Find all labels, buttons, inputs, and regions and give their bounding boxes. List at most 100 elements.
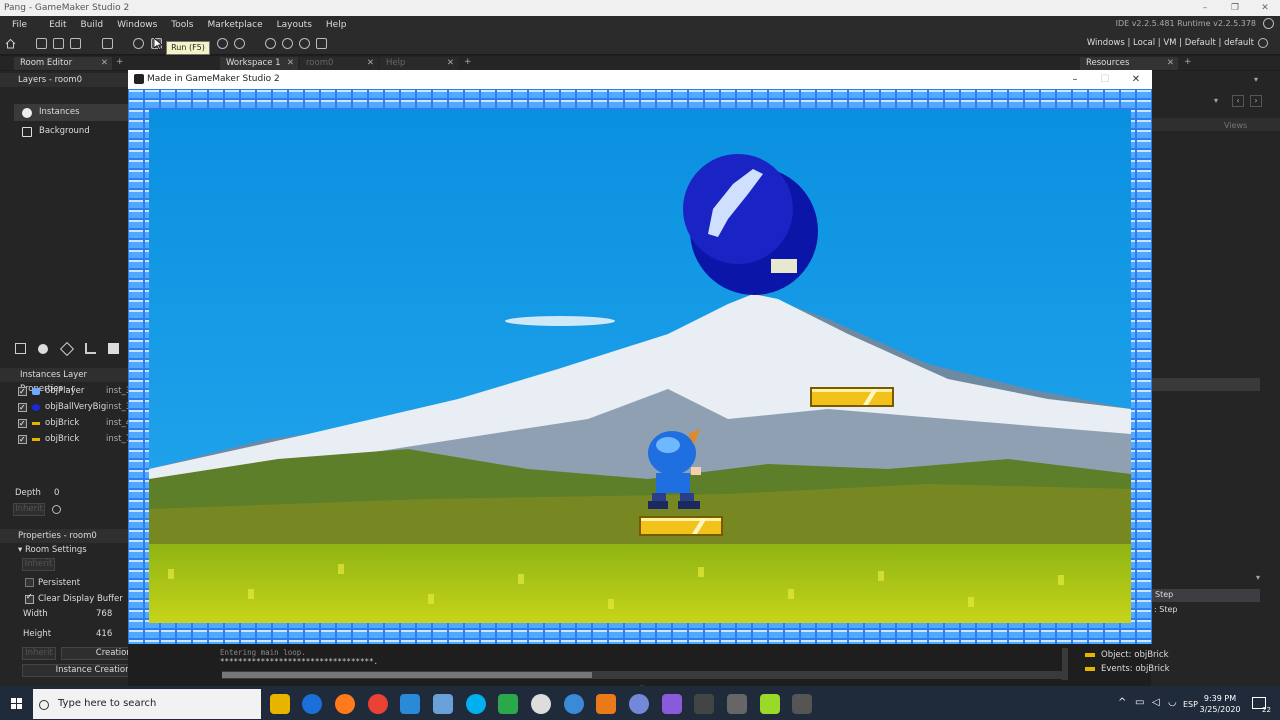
tab-room-editor[interactable]: Room Editor ✕ [14, 57, 112, 70]
game-minimize-icon[interactable]: – [1060, 70, 1090, 89]
file-explorer-icon[interactable] [270, 694, 290, 714]
tab-resources[interactable]: Resources ✕ [1080, 57, 1178, 70]
open-project-icon[interactable] [53, 38, 64, 49]
clean-icon[interactable] [234, 38, 245, 49]
gamemaker-icon[interactable] [694, 694, 714, 714]
close-tab-icon[interactable]: ✕ [1167, 57, 1174, 70]
close-tab-icon[interactable]: ✕ [447, 57, 454, 70]
home-icon[interactable] [5, 38, 16, 49]
maximize-icon[interactable]: ❐ [1220, 0, 1250, 16]
selected-resource-row[interactable] [1151, 378, 1260, 391]
volume-icon[interactable]: ◁ [1152, 697, 1160, 708]
discord-icon[interactable] [629, 694, 649, 714]
firefox-icon[interactable] [335, 694, 355, 714]
notepad-icon[interactable] [498, 694, 518, 714]
height-value[interactable]: 416 [96, 629, 112, 639]
menu-layouts[interactable]: Layouts [270, 20, 319, 30]
refresh-icon[interactable] [1263, 18, 1274, 29]
show-hidden-icons-icon[interactable]: ^ [1118, 697, 1126, 708]
visibility-checkbox[interactable] [18, 384, 27, 399]
panel-menu-icon[interactable]: ▾ [1254, 75, 1258, 84]
gear-icon[interactable] [1258, 38, 1268, 48]
zoom-in-icon[interactable] [299, 38, 310, 49]
paint-icon[interactable] [760, 694, 780, 714]
tab-help[interactable]: Help ✕ [380, 57, 458, 70]
add-asset-layer-icon[interactable] [108, 343, 119, 354]
chevron-down-icon[interactable]: ▾ [1214, 96, 1218, 105]
visual-studio-icon[interactable] [662, 694, 682, 714]
close-tab-icon[interactable]: ✕ [287, 57, 294, 70]
depth-value[interactable]: 0 [54, 488, 59, 498]
game-canvas[interactable] [128, 89, 1152, 644]
add-tab-icon[interactable]: + [1184, 57, 1192, 67]
add-tile-layer-icon[interactable] [59, 341, 75, 357]
menu-file[interactable]: File [0, 20, 34, 30]
instance-row[interactable]: objBrick inst_4 [14, 416, 131, 431]
inherit-depth-button[interactable]: Inherit [13, 503, 45, 516]
event-row-end-step[interactable]: : Step [1154, 605, 1177, 614]
menu-build[interactable]: Build [74, 20, 111, 30]
cortana-icon[interactable] [433, 694, 453, 714]
save-icon[interactable] [70, 38, 81, 49]
package-icon[interactable] [102, 38, 113, 49]
windows-start-button[interactable] [0, 686, 33, 720]
blender-icon[interactable] [596, 694, 616, 714]
taskbar-search-input[interactable]: Type here to search [33, 689, 261, 719]
game-maximize-icon[interactable]: ☐ [1090, 70, 1120, 89]
network-icon[interactable]: ▭ [1135, 697, 1144, 708]
close-tab-icon[interactable]: ✕ [367, 57, 374, 70]
instance-row[interactable]: objBrick inst_7 [14, 432, 131, 447]
reset-icon[interactable] [52, 505, 61, 514]
forward-icon[interactable]: › [1250, 95, 1262, 107]
tab-room0[interactable]: room0 ✕ [300, 57, 378, 70]
visibility-checkbox[interactable] [18, 432, 27, 447]
stop-icon[interactable] [217, 38, 228, 49]
add-tab-icon[interactable]: + [116, 57, 124, 67]
maps-icon[interactable] [564, 694, 584, 714]
zoom-out-icon[interactable] [265, 38, 276, 49]
instance-row[interactable]: objBallVeryBig inst_3 [14, 400, 131, 415]
menu-windows[interactable]: Windows [110, 20, 164, 30]
gamemaker-studio-icon[interactable] [792, 694, 812, 714]
zoom-reset-icon[interactable] [282, 38, 293, 49]
layer-instances[interactable]: Instances [14, 104, 128, 121]
skype-icon[interactable] [466, 694, 486, 714]
clock[interactable]: 9:39 PM 3/25/2020 [1192, 693, 1248, 715]
add-instance-layer-icon[interactable] [38, 344, 48, 354]
output-vertical-scrollbar[interactable] [1062, 648, 1068, 680]
chrome-icon[interactable] [368, 694, 388, 714]
tab-workspace[interactable]: Workspace 1 ✕ [220, 57, 298, 70]
visibility-checkbox[interactable] [18, 416, 27, 431]
debug-icon[interactable] [133, 38, 144, 49]
add-path-layer-icon[interactable] [85, 343, 96, 354]
game-window-taskbar-icon[interactable] [727, 694, 747, 714]
instance-row[interactable]: objPlayer inst_3 [14, 384, 131, 399]
event-row-step[interactable]: Step [1151, 589, 1260, 602]
mail-icon[interactable] [400, 694, 420, 714]
clear-display-checkbox[interactable] [25, 592, 34, 604]
game-close-icon[interactable]: ✕ [1121, 70, 1151, 89]
wifi-icon[interactable]: ◡ [1168, 697, 1177, 708]
edge-icon[interactable] [302, 694, 322, 714]
app-icon[interactable] [531, 694, 551, 714]
new-project-icon[interactable] [36, 38, 47, 49]
add-tab-icon[interactable]: + [464, 57, 472, 67]
inherit-code-button[interactable]: Inherit [22, 647, 56, 660]
layer-background[interactable]: Background [14, 123, 128, 140]
menu-edit[interactable]: Edit [42, 20, 73, 30]
target-selector[interactable]: Windows | Local | VM | Default | default [1087, 38, 1254, 48]
minimize-icon[interactable]: – [1190, 0, 1220, 16]
visibility-checkbox[interactable] [18, 400, 27, 415]
close-tab-icon[interactable]: ✕ [101, 57, 108, 70]
menu-tools[interactable]: Tools [164, 20, 200, 30]
room-settings-expander[interactable]: ▾ Room Settings [18, 545, 87, 555]
zoom-fit-icon[interactable] [316, 38, 327, 49]
inherit-room-button[interactable]: Inherit [22, 558, 55, 571]
menu-help[interactable]: Help [319, 20, 354, 30]
back-icon[interactable]: ‹ [1232, 95, 1244, 107]
width-value[interactable]: 768 [96, 609, 112, 619]
output-scrollbar[interactable] [222, 671, 1062, 679]
add-background-layer-icon[interactable] [15, 343, 26, 354]
close-icon[interactable]: ✕ [1250, 0, 1280, 16]
persistent-checkbox[interactable] [25, 578, 34, 587]
